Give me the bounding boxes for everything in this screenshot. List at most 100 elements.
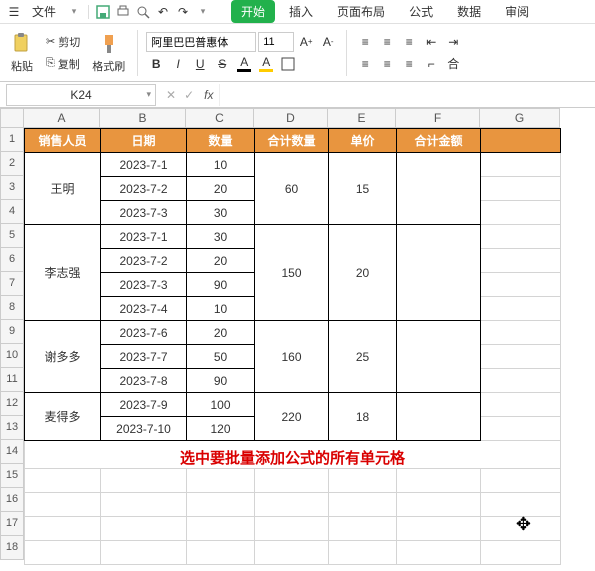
col-header[interactable]: C xyxy=(186,108,254,128)
cell[interactable] xyxy=(25,493,101,517)
cell[interactable] xyxy=(481,249,561,273)
cell[interactable] xyxy=(329,517,397,541)
cell[interactable]: 日期 xyxy=(101,129,187,153)
cell[interactable] xyxy=(397,393,481,441)
chevron-down-icon[interactable]: ▾ xyxy=(195,4,211,20)
row-header[interactable]: 18 xyxy=(0,536,24,560)
tab-review[interactable]: 审阅 xyxy=(495,0,539,23)
row-header[interactable]: 6 xyxy=(0,248,24,272)
row-header[interactable]: 11 xyxy=(0,368,24,392)
print-icon[interactable] xyxy=(115,4,131,20)
cell[interactable]: 90 xyxy=(187,369,255,393)
cell[interactable] xyxy=(101,517,187,541)
undo-icon[interactable]: ↶ xyxy=(155,4,171,20)
cell[interactable] xyxy=(329,493,397,517)
cell[interactable] xyxy=(101,493,187,517)
cell[interactable] xyxy=(481,297,561,321)
row-header[interactable]: 2 xyxy=(0,152,24,176)
cell[interactable] xyxy=(187,541,255,565)
cell[interactable]: 150 xyxy=(255,225,329,321)
cell[interactable]: 50 xyxy=(187,345,255,369)
cell[interactable]: 2023-7-3 xyxy=(101,201,187,225)
border-button[interactable] xyxy=(278,54,298,74)
row-header[interactable]: 12 xyxy=(0,392,24,416)
cell[interactable]: 15 xyxy=(329,153,397,225)
italic-button[interactable]: I xyxy=(168,54,188,74)
tab-insert[interactable]: 插入 xyxy=(279,0,323,23)
cell[interactable] xyxy=(481,153,561,177)
cell[interactable]: 10 xyxy=(187,297,255,321)
cell[interactable]: 2023-7-2 xyxy=(101,177,187,201)
tab-start[interactable]: 开始 xyxy=(231,0,275,23)
cell[interactable]: 单价 xyxy=(329,129,397,153)
cell[interactable]: 2023-7-4 xyxy=(101,297,187,321)
strike-button[interactable]: S xyxy=(212,54,232,74)
cell[interactable]: 25 xyxy=(329,321,397,393)
cell[interactable] xyxy=(481,129,561,153)
col-header[interactable]: F xyxy=(396,108,480,128)
cell[interactable] xyxy=(481,417,561,441)
cell[interactable] xyxy=(255,493,329,517)
cell[interactable]: 20 xyxy=(187,249,255,273)
cell[interactable]: 2023-7-1 xyxy=(101,225,187,249)
row-header[interactable]: 7 xyxy=(0,272,24,296)
cell[interactable]: 30 xyxy=(187,201,255,225)
format-painter-button[interactable]: 格式刷 xyxy=(88,30,129,76)
cell[interactable] xyxy=(187,469,255,493)
cell[interactable]: 2023-7-3 xyxy=(101,273,187,297)
row-header[interactable]: 8 xyxy=(0,296,24,320)
wrap-button[interactable]: ⌐ xyxy=(421,54,441,74)
cell[interactable] xyxy=(481,345,561,369)
cell[interactable] xyxy=(187,517,255,541)
cell[interactable]: 李志强 xyxy=(25,225,101,321)
cell[interactable]: 2023-7-6 xyxy=(101,321,187,345)
save-icon[interactable] xyxy=(95,4,111,20)
cell[interactable] xyxy=(329,469,397,493)
row-header[interactable]: 4 xyxy=(0,200,24,224)
cell[interactable]: 20 xyxy=(187,321,255,345)
cell[interactable] xyxy=(25,541,101,565)
cell[interactable] xyxy=(101,469,187,493)
tab-formula[interactable]: 公式 xyxy=(399,0,443,23)
cell[interactable] xyxy=(481,369,561,393)
cell[interactable]: 2023-7-1 xyxy=(101,153,187,177)
indent-increase-button[interactable]: ⇥ xyxy=(443,32,463,52)
cell[interactable]: 20 xyxy=(329,225,397,321)
chevron-down-icon[interactable]: ▾ xyxy=(66,4,82,20)
cell[interactable]: 30 xyxy=(187,225,255,249)
cell[interactable] xyxy=(481,493,561,517)
indent-decrease-button[interactable]: ⇤ xyxy=(421,32,441,52)
row-header[interactable]: 15 xyxy=(0,464,24,488)
cell[interactable] xyxy=(397,153,481,225)
cell[interactable]: 合计金额 xyxy=(397,129,481,153)
cell[interactable]: 220 xyxy=(255,393,329,441)
cell[interactable] xyxy=(25,517,101,541)
cell[interactable] xyxy=(481,201,561,225)
cell[interactable]: 合计数量 xyxy=(255,129,329,153)
font-increase-button[interactable]: A+ xyxy=(296,32,316,52)
select-all-corner[interactable] xyxy=(0,108,24,128)
cell[interactable] xyxy=(481,541,561,565)
cell[interactable] xyxy=(481,177,561,201)
cell[interactable]: 120 xyxy=(187,417,255,441)
col-header[interactable]: A xyxy=(24,108,100,128)
row-header[interactable]: 14 xyxy=(0,440,24,464)
col-header[interactable]: D xyxy=(254,108,328,128)
cell[interactable]: 90 xyxy=(187,273,255,297)
cell[interactable]: 麦得多 xyxy=(25,393,101,441)
align-left-button[interactable]: ≡ xyxy=(355,54,375,74)
cell[interactable]: 100 xyxy=(187,393,255,417)
cell-area[interactable]: 销售人员日期数量合计数量单价合计金额王明2023-7-11060152023-7… xyxy=(24,128,561,565)
cell[interactable] xyxy=(101,541,187,565)
row-header[interactable]: 1 xyxy=(0,128,24,152)
cell[interactable]: 20 xyxy=(187,177,255,201)
paste-button[interactable]: 粘贴 xyxy=(6,30,38,76)
col-header[interactable]: B xyxy=(100,108,186,128)
tab-layout[interactable]: 页面布局 xyxy=(327,0,395,23)
cell[interactable]: 谢多多 xyxy=(25,321,101,393)
align-right-button[interactable]: ≡ xyxy=(399,54,419,74)
cell[interactable] xyxy=(397,493,481,517)
row-header[interactable]: 9 xyxy=(0,320,24,344)
merge-button[interactable]: 合 xyxy=(443,54,463,74)
cell[interactable]: 销售人员 xyxy=(25,129,101,153)
